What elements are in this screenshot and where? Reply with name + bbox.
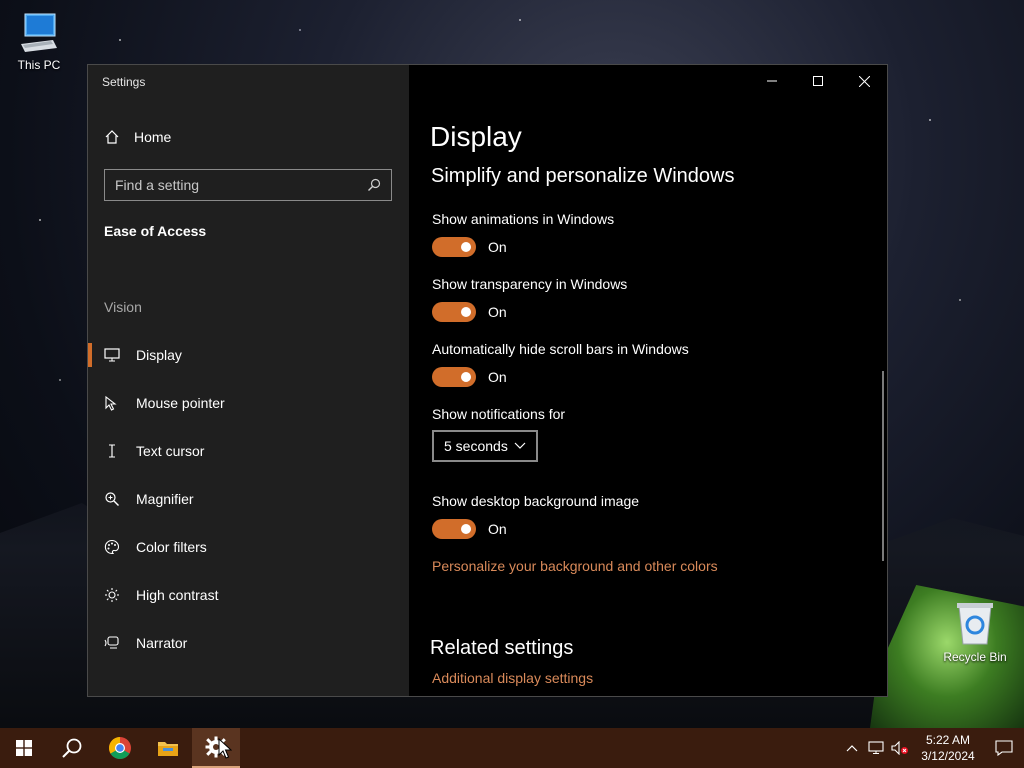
- sidebar-item-color-filters[interactable]: Color filters: [88, 523, 409, 571]
- volume-muted-icon: [891, 741, 908, 755]
- close-icon: [858, 75, 870, 87]
- chrome-icon: [109, 737, 131, 759]
- file-explorer-taskbar-button[interactable]: [144, 728, 192, 768]
- taskbar: 5:22 AM 3/12/2024: [0, 728, 1024, 768]
- chevron-down-icon: [514, 442, 526, 449]
- nav-list: Display Mouse pointer Text cursor Magnif…: [88, 331, 409, 667]
- mouse-cursor-icon: [218, 738, 232, 759]
- clock[interactable]: 5:22 AM 3/12/2024: [912, 732, 984, 764]
- scrollbars-toggle[interactable]: [432, 367, 476, 387]
- sidebar-item-text-cursor[interactable]: Text cursor: [88, 427, 409, 475]
- caption-buttons: [749, 65, 887, 97]
- chevron-up-icon: [846, 745, 858, 752]
- personalize-link[interactable]: Personalize your background and other co…: [432, 558, 718, 574]
- color-filters-icon: [104, 539, 120, 555]
- notifications-dropdown[interactable]: 5 seconds: [432, 430, 538, 462]
- scrollbars-toggle-row: On: [432, 367, 507, 387]
- start-button[interactable]: [0, 728, 48, 768]
- toggle-state-label: On: [488, 521, 507, 537]
- sidebar-item-label: Color filters: [136, 539, 207, 555]
- search-icon: [62, 738, 82, 758]
- dropdown-value: 5 seconds: [444, 438, 508, 454]
- page-title: Display: [430, 121, 522, 152]
- sidebar-item-label: High contrast: [136, 587, 219, 603]
- animations-label: Show animations in Windows: [432, 211, 615, 227]
- sidebar-item-label: Magnifier: [136, 491, 194, 507]
- toggle-state-label: On: [488, 304, 507, 320]
- magnifier-icon: [104, 491, 120, 507]
- minimize-icon: [767, 80, 777, 82]
- additional-display-link[interactable]: Additional display settings: [432, 670, 593, 686]
- home-icon: [105, 130, 119, 144]
- volume-button[interactable]: [888, 728, 912, 768]
- sidebar-item-display[interactable]: Display: [88, 331, 409, 379]
- sidebar-item-label: Narrator: [136, 635, 188, 651]
- toggle-state-label: On: [488, 369, 507, 385]
- group-label-vision: Vision: [104, 299, 142, 315]
- search-icon[interactable]: [367, 178, 381, 192]
- minimize-button[interactable]: [749, 65, 795, 97]
- notifications-label: Show notifications for: [432, 406, 566, 422]
- show-hidden-icons-button[interactable]: [840, 728, 864, 768]
- this-pc-icon: [21, 13, 57, 52]
- transparency-toggle-row: On: [432, 302, 507, 322]
- toggle-state-label: On: [488, 239, 507, 255]
- text-cursor-icon: [104, 443, 120, 459]
- search-input[interactable]: [115, 177, 355, 193]
- mouse-pointer-icon: [104, 395, 120, 411]
- sidebar-item-label: Display: [136, 347, 182, 363]
- sidebar-item-high-contrast[interactable]: High contrast: [88, 571, 409, 619]
- sidebar-item-label: Mouse pointer: [136, 395, 225, 411]
- folder-icon: [158, 742, 178, 756]
- related-settings-title: Related settings: [430, 637, 574, 659]
- section-subtitle: Simplify and personalize Windows: [431, 165, 735, 187]
- chrome-taskbar-button[interactable]: [96, 728, 144, 768]
- windows-logo-icon: [16, 740, 32, 756]
- maximize-icon: [813, 76, 823, 86]
- section-title: Ease of Access: [104, 223, 207, 239]
- this-pc-label: This PC: [17, 58, 61, 72]
- sidebar: Settings Home Ease of Access Vision Disp…: [88, 65, 409, 696]
- recycle-bin-icon: [957, 603, 993, 645]
- sidebar-item-mouse-pointer[interactable]: Mouse pointer: [88, 379, 409, 427]
- action-center-button[interactable]: [984, 728, 1024, 768]
- transparency-toggle[interactable]: [432, 302, 476, 322]
- display-icon: [104, 347, 120, 363]
- background-toggle-row: On: [432, 519, 507, 539]
- this-pc-desktop-icon[interactable]: This PC: [3, 10, 75, 72]
- clock-time: 5:22 AM: [925, 733, 971, 747]
- high-contrast-icon: [104, 587, 120, 603]
- background-toggle[interactable]: [432, 519, 476, 539]
- nav-home[interactable]: Home: [104, 129, 171, 145]
- settings-window: Settings Home Ease of Access Vision Disp…: [87, 64, 888, 697]
- animations-toggle[interactable]: [432, 237, 476, 257]
- narrator-icon: [104, 635, 120, 651]
- maximize-button[interactable]: [795, 65, 841, 97]
- sidebar-item-label: Text cursor: [136, 443, 205, 459]
- search-box[interactable]: [104, 169, 392, 201]
- network-button[interactable]: [864, 728, 888, 768]
- search-taskbar-button[interactable]: [48, 728, 96, 768]
- scrollbar[interactable]: [882, 371, 884, 561]
- settings-taskbar-button[interactable]: [192, 728, 240, 768]
- content-pane: Display Simplify and personalize Windows…: [409, 65, 887, 696]
- clock-date: 3/12/2024: [921, 749, 975, 763]
- sidebar-item-narrator[interactable]: Narrator: [88, 619, 409, 667]
- recycle-bin-label: Recycle Bin: [943, 650, 1007, 664]
- network-icon: [868, 741, 884, 754]
- sidebar-item-magnifier[interactable]: Magnifier: [88, 475, 409, 523]
- system-tray: 5:22 AM 3/12/2024: [840, 728, 1024, 768]
- nav-home-label: Home: [134, 129, 172, 145]
- transparency-label: Show transparency in Windows: [432, 276, 628, 292]
- close-button[interactable]: [841, 65, 887, 97]
- recycle-bin-desktop-icon[interactable]: Recycle Bin: [939, 600, 1011, 664]
- animations-toggle-row: On: [432, 237, 507, 257]
- notification-icon: [995, 740, 1013, 756]
- background-label: Show desktop background image: [432, 493, 640, 509]
- scrollbars-label: Automatically hide scroll bars in Window…: [432, 341, 689, 357]
- window-title: Settings: [102, 75, 146, 89]
